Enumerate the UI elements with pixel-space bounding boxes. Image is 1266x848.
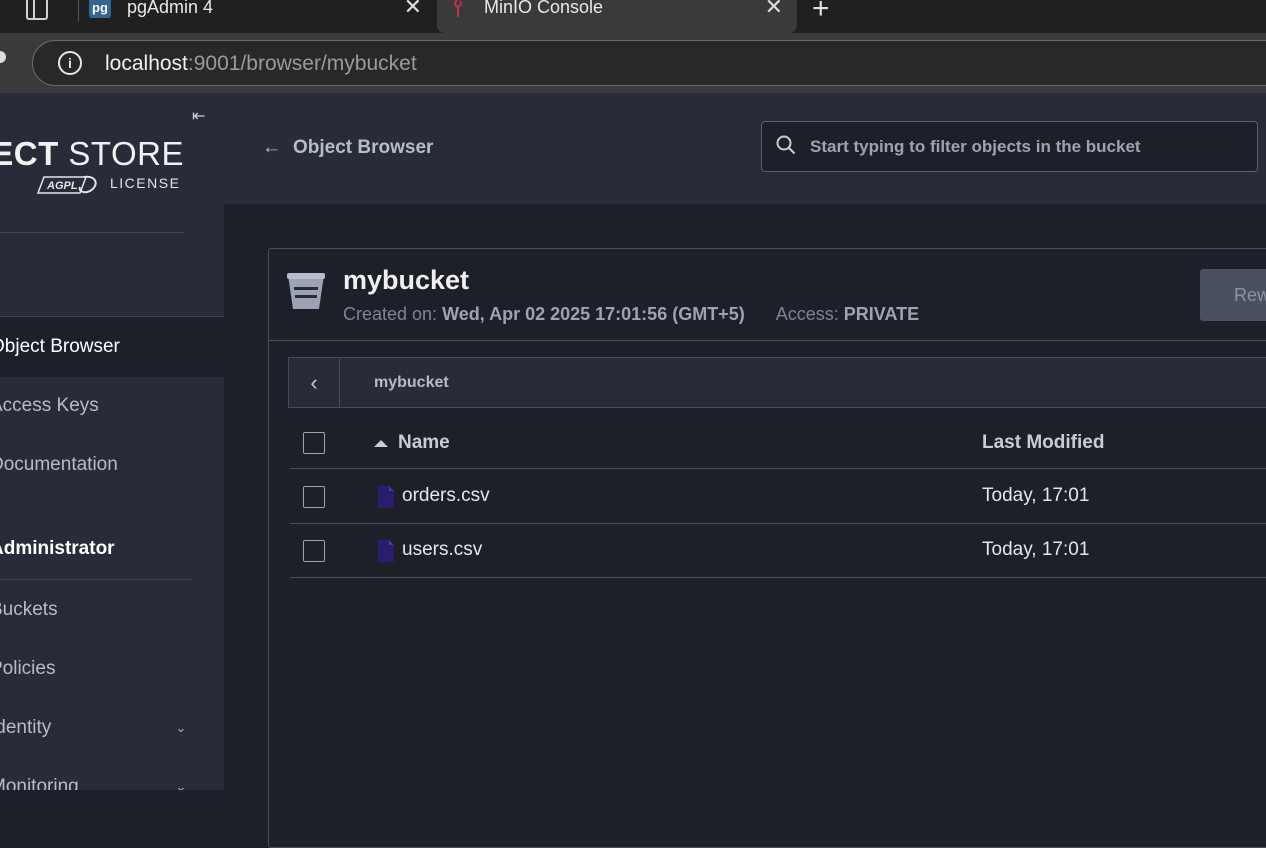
url-text[interactable]: localhost:9001/browser/mybucket: [105, 52, 417, 76]
column-header-last-modified[interactable]: Last Modified: [982, 432, 1104, 454]
row-checkbox[interactable]: [303, 486, 325, 508]
bucket-header: mybucket Created on: Wed, Apr 02 2025 17…: [269, 249, 1266, 341]
close-icon[interactable]: ✕: [404, 0, 422, 18]
collapse-sidebar-icon[interactable]: ⇤: [192, 109, 210, 125]
file-modified: Today, 17:01: [982, 539, 1090, 560]
section-title-administrator: Administrator: [0, 538, 115, 559]
info-icon[interactable]: i: [58, 51, 82, 75]
bucket-meta: Created on: Wed, Apr 02 2025 17:01:56 (G…: [343, 304, 919, 325]
sidebar-item-label: Object Browser: [0, 336, 120, 357]
chevron-down-icon[interactable]: ⌄: [172, 719, 190, 737]
new-tab-icon[interactable]: +: [812, 0, 830, 24]
file-icon: [378, 486, 394, 508]
address-bar: i localhost:9001/browser/mybucket: [0, 33, 1266, 93]
created-label: Created on:: [343, 304, 438, 324]
agpl-badge-text: AGPL: [46, 180, 78, 192]
url-field[interactable]: i localhost:9001/browser/mybucket: [32, 40, 1266, 86]
tab-separator: [78, 0, 79, 22]
breadcrumb-item[interactable]: mybucket: [374, 374, 449, 392]
table-row[interactable]: users.csv Today, 17:01: [290, 524, 1266, 578]
sidebar-item-label: Monitoring: [0, 776, 79, 790]
divider: [0, 232, 184, 233]
tab-title: MinIO Console: [484, 0, 604, 17]
url-path: :9001/browser/mybucket: [187, 52, 417, 75]
sidebar-item-label: Access Keys: [0, 395, 99, 416]
sidebar-item-object-browser[interactable]: Object Browser: [0, 317, 224, 377]
chevron-left-icon[interactable]: ‹: [289, 358, 340, 407]
file-icon: [378, 540, 394, 562]
search-input[interactable]: [810, 122, 1250, 171]
tab-title: pgAdmin 4: [127, 0, 214, 17]
search-icon: [776, 135, 796, 155]
bucket-icon: [287, 273, 325, 309]
logo-bold: ECT: [0, 135, 59, 172]
pgadmin-icon: pg: [89, 0, 111, 18]
chevron-down-icon[interactable]: ⌄: [172, 778, 190, 790]
back-link-label: Object Browser: [293, 137, 434, 158]
tab-pgadmin[interactable]: pg pgAdmin 4 ✕: [80, 0, 436, 33]
sidebar-item-documentation[interactable]: Documentation: [0, 435, 224, 495]
rewind-button[interactable]: Rewind: [1200, 269, 1266, 321]
sidebar-item-label: Documentation: [0, 454, 118, 475]
browser-tab-bar: pg pgAdmin 4 ✕ MinIO Console ✕ +: [0, 0, 1266, 33]
sidebar-item-identity[interactable]: Identity ⌄: [0, 698, 224, 758]
sidebar-item-label: Policies: [0, 658, 56, 679]
sort-ascending-icon[interactable]: [374, 440, 388, 447]
sidebar-item-access-keys[interactable]: Access Keys: [0, 376, 224, 436]
select-all-checkbox[interactable]: [303, 432, 325, 454]
breadcrumb: ‹ mybucket: [288, 357, 1266, 408]
row-checkbox[interactable]: [303, 540, 325, 562]
tab-minio-console[interactable]: MinIO Console ✕: [437, 0, 797, 33]
access-value: PRIVATE: [843, 304, 920, 324]
license-label: LICENSE: [110, 175, 181, 191]
table-row[interactable]: orders.csv Today, 17:01: [290, 470, 1266, 524]
sidebar-item-policies[interactable]: Policies: [0, 639, 224, 699]
close-icon[interactable]: ✕: [765, 0, 783, 18]
sidebar-item-label: Buckets: [0, 599, 58, 620]
table-header: Name Last Modified: [290, 416, 1266, 469]
sidebar-item-label: Identity: [0, 717, 52, 738]
tab-actions-icon[interactable]: [26, 0, 48, 20]
column-header-name[interactable]: Name: [398, 432, 450, 454]
bucket-name: mybucket: [343, 265, 470, 295]
minio-icon: [454, 0, 462, 17]
search-box[interactable]: [761, 121, 1258, 172]
file-name[interactable]: users.csv: [402, 539, 482, 561]
url-host: localhost: [105, 52, 188, 75]
file-modified: Today, 17:01: [982, 485, 1090, 506]
reload-icon[interactable]: [0, 51, 6, 63]
created-value: Wed, Apr 02 2025 17:01:56 (GMT+5): [442, 304, 745, 324]
back-to-object-browser-link[interactable]: ← Object Browser: [262, 137, 433, 159]
back-arrow-icon: ←: [262, 137, 281, 158]
sidebar-item-monitoring[interactable]: Monitoring ⌄: [0, 757, 224, 790]
sidebar: ⇤ ECT STORE AGPL LICENSE Object Browser …: [0, 93, 224, 790]
sidebar-item-buckets[interactable]: Buckets: [0, 580, 224, 640]
agpl-badge-icon: AGPL: [36, 175, 97, 194]
access-label: Access:: [775, 304, 839, 324]
logo-light: STORE: [58, 135, 184, 172]
logo: ECT STORE: [0, 135, 184, 173]
page-header: ← Object Browser: [224, 93, 1266, 204]
file-name[interactable]: orders.csv: [402, 485, 490, 507]
